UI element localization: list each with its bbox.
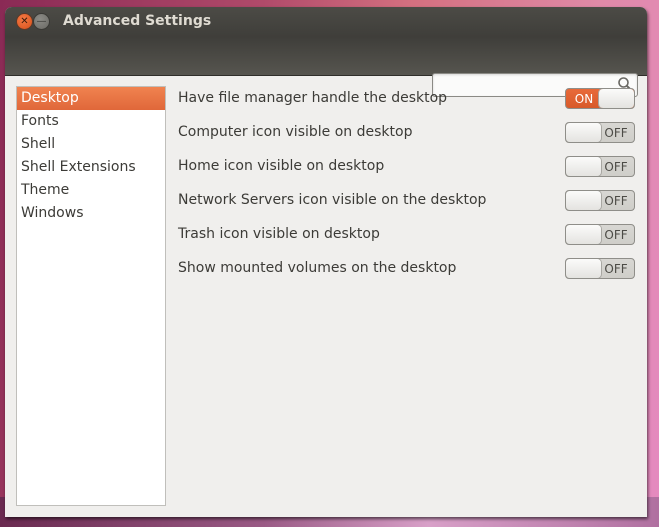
advanced-settings-window: ✕ — Advanced Settings Desktop Fonts Shel…: [5, 7, 647, 517]
toggle-knob[interactable]: [566, 157, 601, 176]
toggle-state: OFF: [604, 261, 628, 276]
close-icon: ✕: [20, 15, 29, 27]
sidebar-item-theme[interactable]: Theme: [17, 179, 165, 202]
setting-label: Trash icon visible on desktop: [178, 226, 380, 242]
setting-row: Trash icon visible on desktop OFF: [177, 223, 635, 257]
setting-label: Show mounted volumes on the desktop: [178, 260, 457, 276]
setting-label: Computer icon visible on desktop: [178, 124, 413, 140]
setting-row: Have file manager handle the desktop ON: [177, 87, 635, 121]
toggle-knob[interactable]: [566, 259, 601, 278]
sidebar-item-fonts[interactable]: Fonts: [17, 110, 165, 133]
toolbar: [5, 37, 647, 97]
sidebar-item-shell-extensions[interactable]: Shell Extensions: [17, 156, 165, 179]
window-title: Advanced Settings: [63, 13, 212, 29]
sidebar-item-shell[interactable]: Shell: [17, 133, 165, 156]
toggle-state: OFF: [604, 193, 628, 208]
toggle-knob[interactable]: [566, 191, 601, 210]
file-manager-desktop-toggle[interactable]: ON: [565, 88, 635, 109]
computer-icon-toggle[interactable]: OFF: [565, 122, 635, 143]
mounted-volumes-toggle[interactable]: OFF: [565, 258, 635, 279]
sidebar-item-desktop[interactable]: Desktop: [17, 87, 165, 110]
category-list: Desktop Fonts Shell Shell Extensions The…: [16, 86, 166, 506]
setting-label: Home icon visible on desktop: [178, 158, 385, 174]
setting-row: Home icon visible on desktop OFF: [177, 155, 635, 189]
setting-row: Network Servers icon visible on the desk…: [177, 189, 635, 223]
network-servers-icon-toggle[interactable]: OFF: [565, 190, 635, 211]
close-button[interactable]: ✕: [16, 13, 33, 30]
toggle-state: OFF: [604, 159, 628, 174]
setting-row: Computer icon visible on desktop OFF: [177, 121, 635, 155]
toggle-knob[interactable]: [566, 123, 601, 142]
title-bar[interactable]: ✕ — Advanced Settings: [5, 7, 647, 37]
sidebar-item-windows[interactable]: Windows: [17, 202, 165, 225]
setting-label: Have file manager handle the desktop: [178, 90, 448, 106]
toggle-knob[interactable]: [566, 225, 601, 244]
trash-icon-toggle[interactable]: OFF: [565, 224, 635, 245]
toggle-state: OFF: [604, 125, 628, 140]
setting-label: Network Servers icon visible on the desk…: [178, 192, 487, 208]
settings-list: Have file manager handle the desktop ON …: [177, 87, 635, 291]
toggle-state: ON: [574, 91, 594, 106]
home-icon-toggle[interactable]: OFF: [565, 156, 635, 177]
minimize-icon: —: [36, 15, 47, 27]
setting-row: Show mounted volumes on the desktop OFF: [177, 257, 635, 291]
toggle-knob[interactable]: [599, 89, 634, 108]
minimize-button[interactable]: —: [33, 13, 50, 30]
toggle-state: OFF: [604, 227, 628, 242]
